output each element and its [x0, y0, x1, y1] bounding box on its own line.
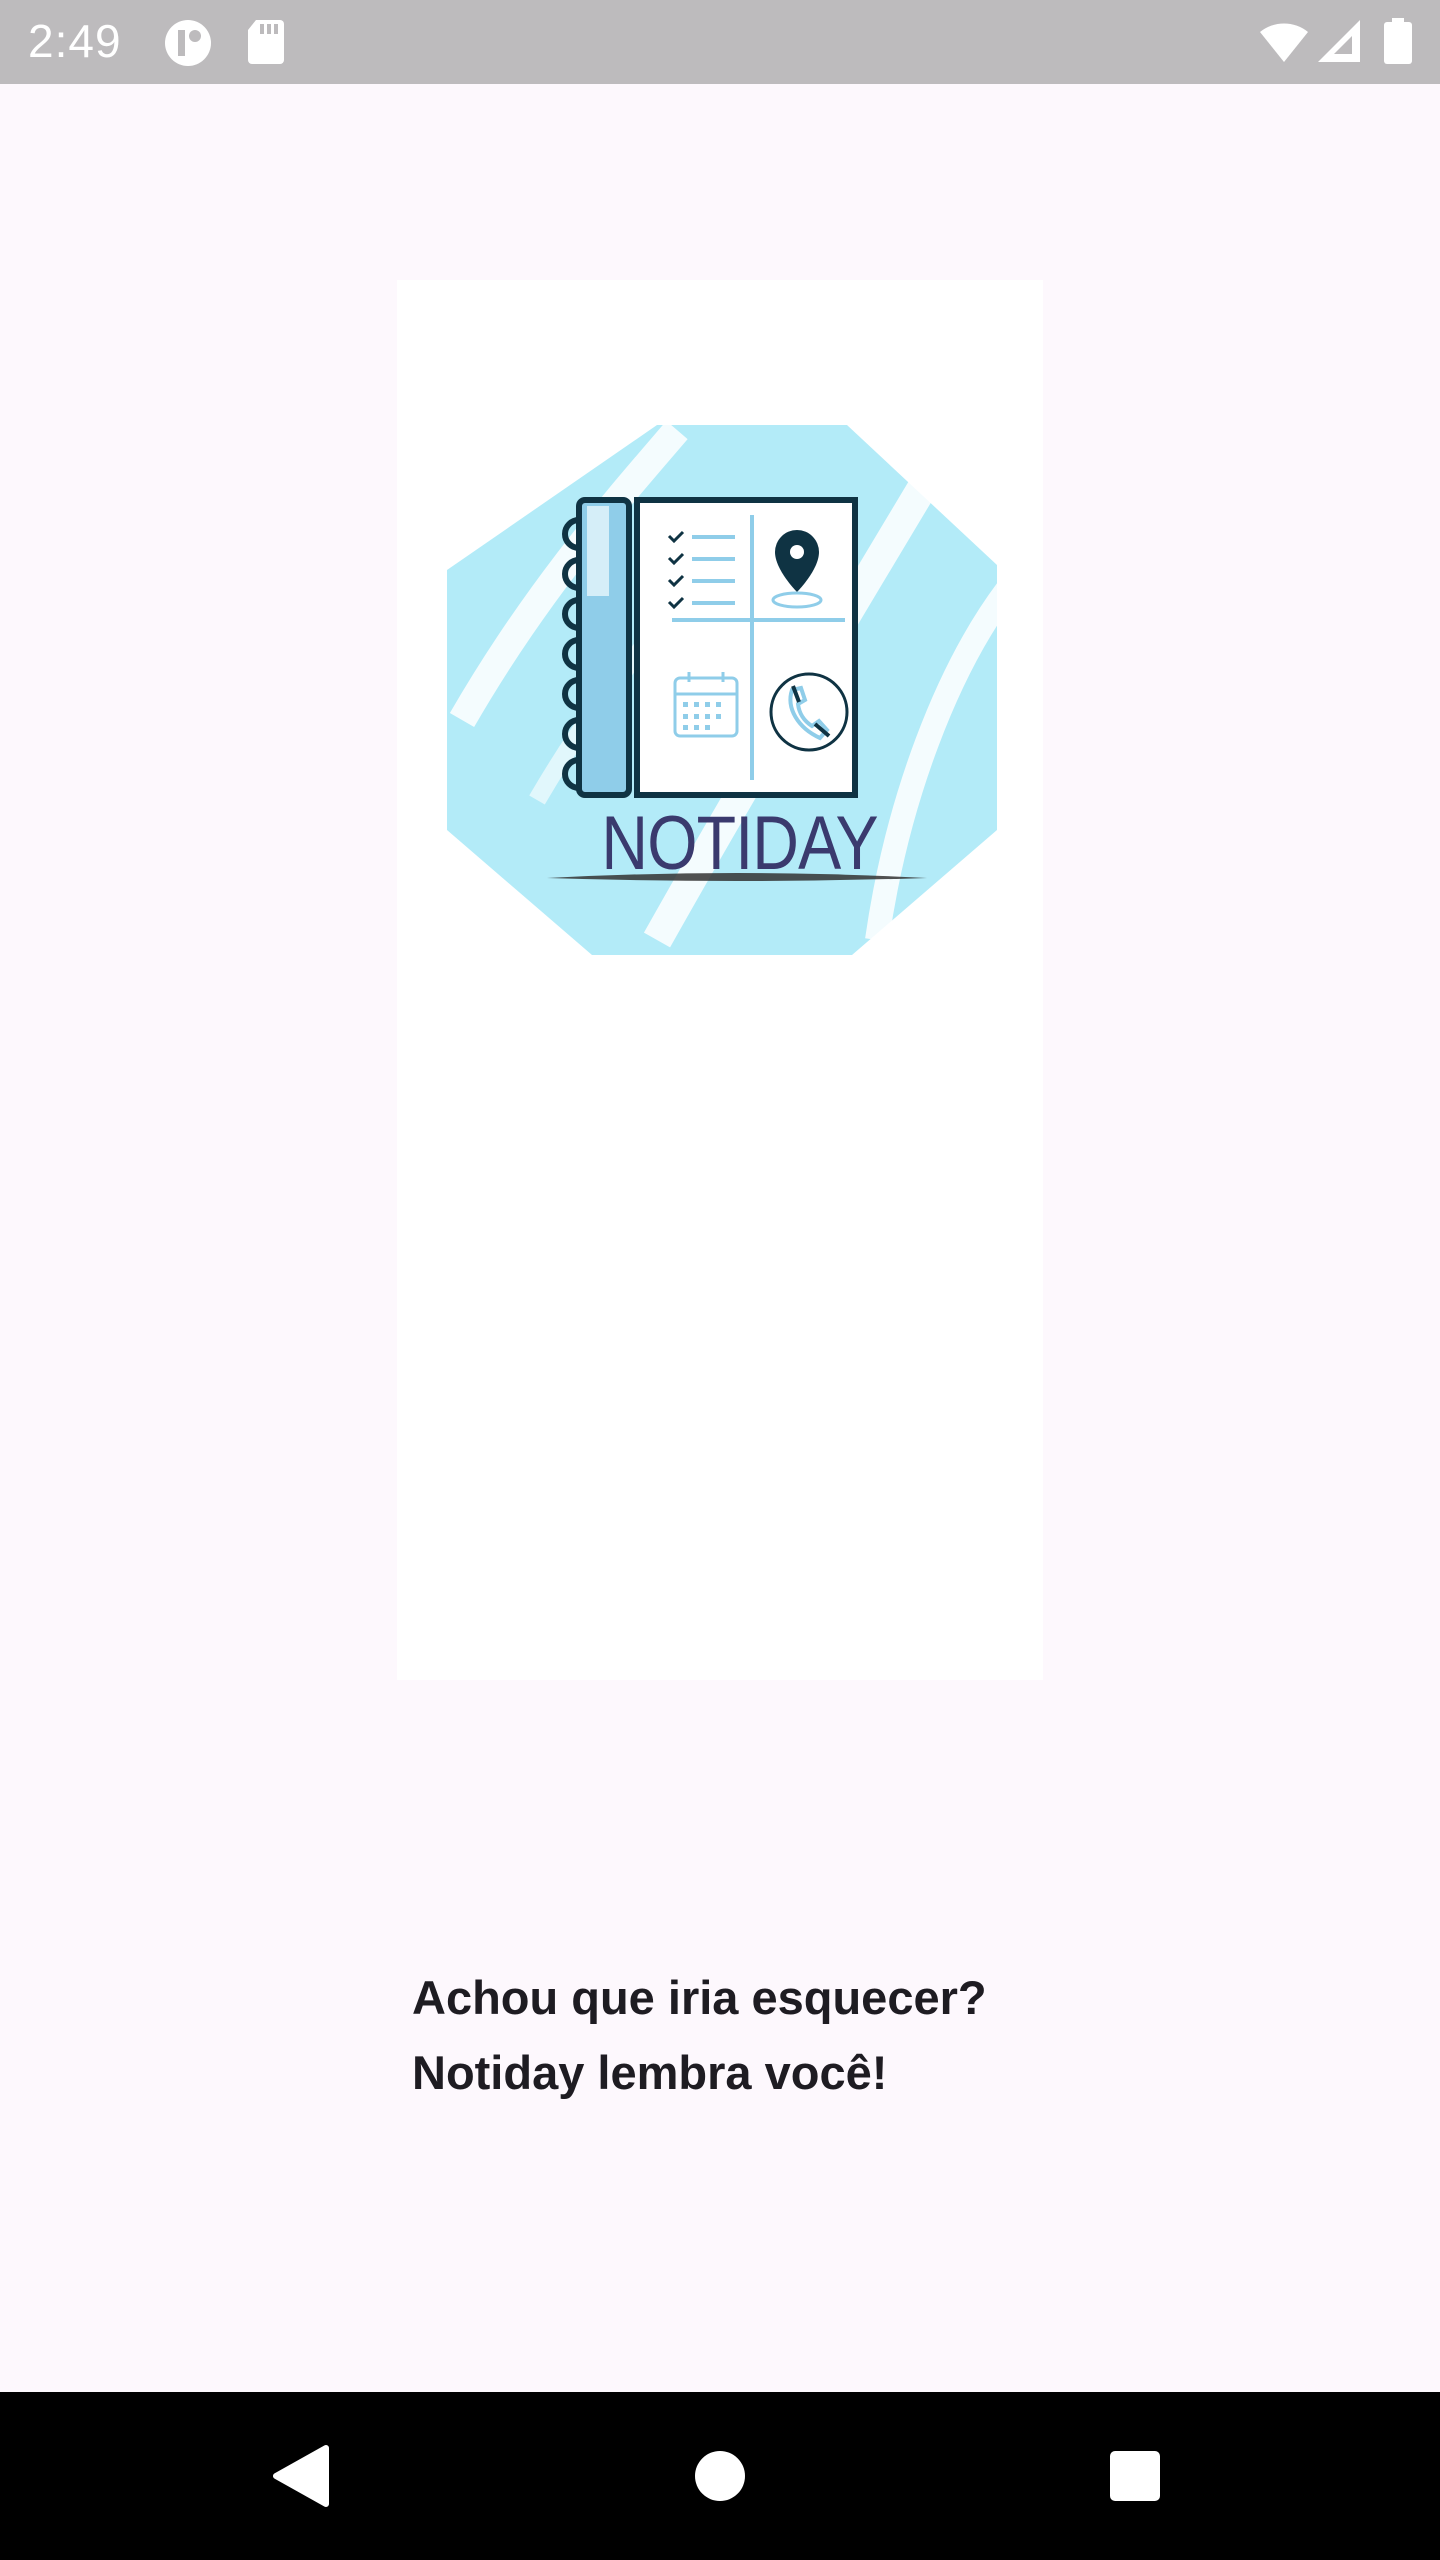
- home-icon: [695, 2451, 745, 2501]
- sd-card-icon: [246, 18, 296, 68]
- tagline-line-1: Achou que iria esquecer?: [412, 1971, 987, 2024]
- battery-icon: [1384, 18, 1434, 68]
- navigation-bar: [0, 2392, 1440, 2560]
- tagline-line-2: Notiday lembra você!: [412, 2046, 888, 2099]
- status-time: 2:49: [28, 15, 122, 67]
- signal-icon: [1316, 18, 1366, 68]
- logo-title: NOTIDAY: [601, 801, 879, 886]
- notification-app-icon: [163, 18, 213, 68]
- status-bar: 2:49: [0, 0, 1440, 84]
- tagline: Achou que iria esquecer? Notiday lembra …: [412, 1960, 1172, 2110]
- recents-button[interactable]: [1085, 2426, 1185, 2526]
- home-button[interactable]: [670, 2426, 770, 2526]
- recents-icon: [1110, 2451, 1160, 2501]
- splash-card: NOTIDAY: [397, 280, 1043, 1680]
- wifi-icon: [1258, 18, 1308, 68]
- back-button[interactable]: [250, 2426, 350, 2526]
- back-icon: [273, 2445, 329, 2507]
